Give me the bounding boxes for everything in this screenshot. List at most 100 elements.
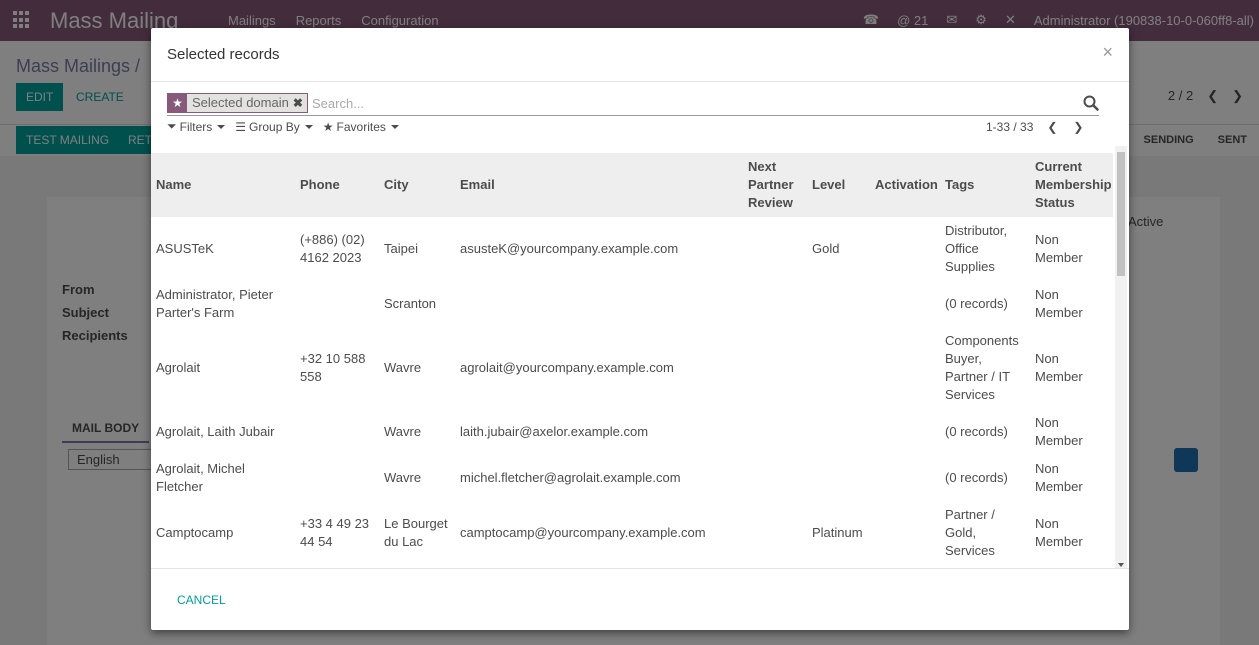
cell-city: Wavre (384, 360, 422, 375)
cell-phone: (+886) (02) 4162 2023 (300, 232, 365, 265)
table-row[interactable]: Camptocamp +33 4 49 23 44 54 Le Bourget … (151, 501, 1113, 565)
cell-activation (870, 327, 940, 409)
cell-name: ASUSTeK (156, 241, 214, 256)
records-table-container: Name Phone City Email Next Partner Revie… (151, 153, 1113, 569)
cell-phone (295, 409, 379, 455)
cell-level (807, 409, 870, 455)
cell-membership-status: Non Member (1035, 461, 1083, 494)
chevron-down-icon (217, 124, 226, 129)
cell-level (807, 455, 870, 501)
column-header-city[interactable]: City (379, 153, 455, 217)
cell-name: Agrolait (156, 360, 201, 375)
column-header-phone[interactable]: Phone (295, 153, 379, 217)
cell-city: Wavre (384, 424, 422, 439)
scrollbar-thumb[interactable] (1117, 152, 1125, 276)
list-icon: ☰ (235, 119, 247, 134)
modal-header: Selected records × (151, 28, 1129, 82)
cell-activation (870, 455, 940, 501)
filters-dropdown[interactable]: ⏷ Filters (167, 119, 226, 134)
cell-city: Scranton (384, 296, 437, 311)
cell-level: Platinum (812, 525, 863, 540)
cell-city: Taipei (384, 241, 418, 256)
cell-phone: +32 10 588 558 (300, 351, 366, 384)
cell-membership-status: Non Member (1035, 351, 1083, 384)
cell-email: michel.fletcher@agrolait.example.com (460, 470, 681, 485)
table-row[interactable]: ASUSTeK (+886) (02) 4162 2023 Taipei asu… (151, 217, 1113, 281)
cell-membership-status: Non Member (1035, 516, 1083, 549)
column-header-level[interactable]: Level (807, 153, 870, 217)
cell-tags: Components Buyer, Partner / IT Services (945, 333, 1019, 402)
cell-city: Le Bourget du Lac (384, 516, 448, 549)
table-row[interactable]: Administrator, Pieter Parter's Farm Scra… (151, 281, 1113, 327)
search-input[interactable] (312, 93, 1082, 113)
close-icon[interactable]: × (1102, 42, 1113, 63)
modal-title: Selected records (167, 46, 280, 63)
search-facet: ★ Selected domain ✖ (167, 93, 308, 113)
cell-tags: Distributor, Office Supplies (945, 223, 1008, 274)
column-header-name[interactable]: Name (151, 153, 295, 217)
search-bar: ★ Selected domain ✖ (167, 93, 1099, 116)
cell-next-review (743, 455, 807, 501)
cell-membership-status: Non Member (1035, 232, 1083, 265)
facet-label: Selected domain (192, 95, 289, 110)
cell-email: agrolait@yourcompany.example.com (460, 360, 674, 375)
cell-name: Camptocamp (156, 525, 234, 540)
filter-icon: ⏷ (167, 119, 177, 133)
table-scrollbar[interactable] (1115, 146, 1127, 569)
cell-email: laith.jubair@axelor.example.com (460, 424, 649, 439)
cell-email (455, 281, 743, 327)
cell-email: asusteK@yourcompany.example.com (460, 241, 679, 256)
cell-membership-status: Non Member (1035, 287, 1083, 320)
table-row[interactable]: Agrolait +32 10 588 558 Wavre agrolait@y… (151, 327, 1113, 409)
cell-membership-status: Non Member (1035, 415, 1083, 448)
list-pager: 1-33 / 33 ❮ ❯ (986, 120, 1085, 134)
column-header-membership-status[interactable]: Current Membership Status (1030, 153, 1113, 217)
chevron-left-icon[interactable]: ❮ (1045, 120, 1059, 134)
cell-activation (870, 217, 940, 281)
cell-phone (295, 281, 379, 327)
cell-name: Agrolait, Laith Jubair (156, 424, 275, 439)
search-icon[interactable] (1083, 95, 1099, 111)
column-header-tags[interactable]: Tags (940, 153, 1030, 217)
facet-value: Selected domain ✖ (187, 94, 307, 112)
cell-level: Gold (812, 241, 840, 256)
cell-tags: (0 records) (945, 470, 1008, 485)
filters-label: Filters (179, 119, 213, 134)
records-table: Name Phone City Email Next Partner Revie… (151, 153, 1113, 565)
cell-next-review (743, 409, 807, 455)
cell-next-review (743, 501, 807, 565)
facet-remove-icon[interactable]: ✖ (293, 94, 303, 112)
column-header-next-review[interactable]: Next Partner Review (743, 153, 807, 217)
favorites-dropdown[interactable]: ★ Favorites (323, 119, 399, 134)
cell-level (807, 281, 870, 327)
search-options: ⏷ Filters ☰ Group By ★ Favorites (167, 119, 399, 134)
cell-activation (870, 281, 940, 327)
cell-phone: +33 4 49 23 44 54 (300, 516, 370, 549)
cell-next-review (743, 217, 807, 281)
groupby-dropdown[interactable]: ☰ Group By (235, 119, 313, 134)
chevron-down-icon (390, 124, 399, 129)
favorite-star-icon: ★ (168, 94, 187, 112)
cancel-button[interactable]: CANCEL (177, 593, 226, 607)
modal-footer: CANCEL (151, 568, 1129, 630)
cell-tags: (0 records) (945, 296, 1008, 311)
table-row[interactable]: Agrolait, Michel Fletcher Wavre michel.f… (151, 455, 1113, 501)
scroll-down-arrow-icon[interactable] (1118, 563, 1124, 567)
cell-name: Agrolait, Michel Fletcher (156, 461, 245, 494)
cell-tags: Partner / Gold, Services (945, 507, 995, 558)
cell-tags: (0 records) (945, 424, 1008, 439)
table-row[interactable]: Agrolait, Laith Jubair Wavre laith.jubai… (151, 409, 1113, 455)
cell-phone (295, 455, 379, 501)
column-header-email[interactable]: Email (455, 153, 743, 217)
groupby-label: Group By (249, 119, 300, 134)
pager-value[interactable]: 1-33 / 33 (986, 120, 1033, 134)
star-icon: ★ (322, 119, 334, 134)
column-header-activation[interactable]: Activation (870, 153, 940, 217)
cell-next-review (743, 281, 807, 327)
cell-next-review (743, 327, 807, 409)
chevron-down-icon (304, 124, 313, 129)
cell-activation (870, 409, 940, 455)
cell-email: camptocamp@yourcompany.example.com (460, 525, 706, 540)
selected-records-dialog: Selected records × ★ Selected domain ✖ ⏷… (151, 28, 1129, 630)
chevron-right-icon[interactable]: ❯ (1071, 120, 1085, 134)
